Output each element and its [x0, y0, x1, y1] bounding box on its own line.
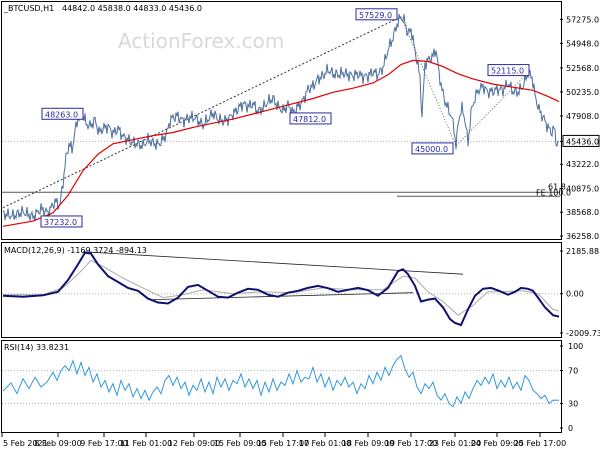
rsi-series	[2, 354, 560, 408]
price-scale: 57275.0 54948.0 52568.0 50235.0 47908.0 45436…	[560, 15, 600, 241]
time-tick-label: 11 Feb 01:00	[120, 439, 172, 448]
current-price-label: 45436.0	[566, 137, 599, 146]
price-tick-label: 43222.0	[566, 160, 599, 169]
time-tick-label: 12 Feb 09:00	[168, 439, 220, 448]
level-label: 45000.0	[415, 145, 448, 154]
price-tick-label: 52568.0	[566, 64, 599, 73]
rsi-tick-label: 70	[568, 367, 578, 376]
macd-plot	[2, 251, 560, 327]
macd-signal-series	[3, 259, 560, 316]
price-tick-label: 38568.0	[566, 208, 599, 217]
level-label: 52115.0	[491, 67, 524, 76]
chart-ohlc: 44842.0 45838.0 44833.0 45436.0	[62, 4, 202, 13]
macd-tick-label: -2009.73	[566, 329, 600, 338]
level-label: 48263.0	[45, 110, 78, 119]
ema-series	[2, 59, 560, 227]
chart-symbol: _BTCUSD,H1	[3, 4, 54, 13]
time-tick-label: 8 Feb 09:00	[34, 439, 81, 448]
level-label: 47812.0	[293, 115, 326, 124]
fe-label: FE 100.0	[536, 188, 571, 197]
price-plot: 61.8FE 100.057529.048263.047812.045000.0…	[2, 8, 571, 228]
price-tick-label: 54948.0	[566, 39, 599, 48]
macd-scale: 2185.88 0.00 -2009.73	[560, 247, 600, 338]
time-axis: 5 Feb 20218 Feb 09:009 Feb 17:0011 Feb 0…	[1, 433, 566, 448]
rsi-scale: 100 70 30 0	[560, 342, 583, 433]
chart-canvas: ActionForex.com _BTCUSD,H1 44842.0 45838…	[1, 1, 600, 448]
level-label: 37232.0	[44, 218, 77, 227]
rsi-tick-label: 0	[568, 424, 573, 433]
rsi-plot	[2, 354, 560, 408]
rsi-panel: RSI(14) 33.8231 100 70 30 0	[1, 340, 583, 433]
macd-tick-label: 2185.88	[566, 247, 599, 256]
macd-panel: MACD(12,26,9) -1169.3724 -894.13 2185.88…	[1, 242, 600, 338]
price-tick-label: 50235.0	[566, 88, 599, 97]
rsi-tick-label: 30	[568, 399, 578, 408]
rsi-tick-label: 100	[568, 342, 583, 351]
time-tick-label: 25 Feb 17:00	[514, 439, 566, 448]
price-tick-label: 47908.0	[566, 112, 599, 121]
price-tick-label: 36258.0	[566, 232, 599, 241]
watermark: ActionForex.com	[118, 29, 284, 53]
price-tick-label: 57275.0	[566, 15, 599, 24]
level-label: 57529.0	[359, 11, 392, 20]
macd-title: MACD(12,26,9) -1169.3724 -894.13	[4, 246, 147, 255]
macd-tick-label: 0.00	[566, 290, 584, 299]
macd-trendline-upper	[82, 251, 464, 275]
rsi-title: RSI(14) 33.8231	[4, 343, 69, 352]
price-panel: _BTCUSD,H1 44842.0 45838.0 44833.0 45436…	[1, 1, 600, 241]
